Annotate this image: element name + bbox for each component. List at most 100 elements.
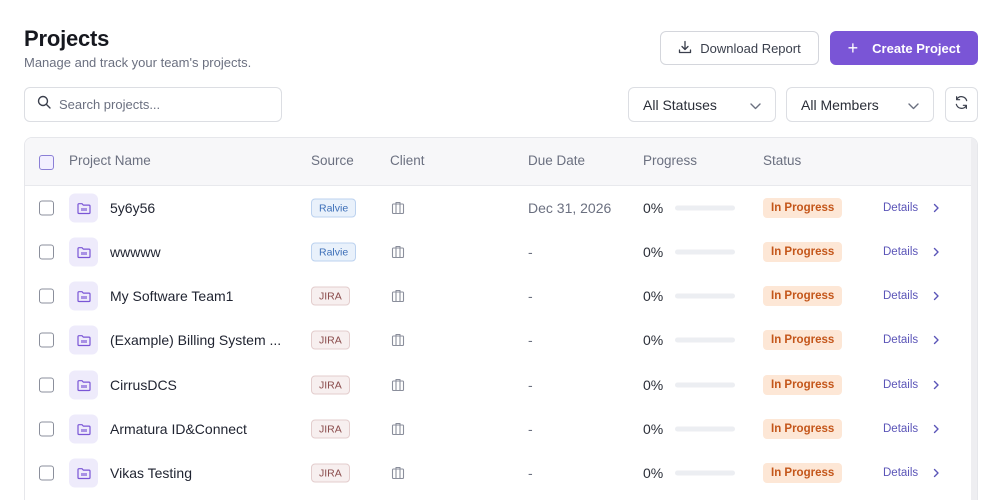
progress-bar: [675, 249, 735, 255]
page-title: Projects: [24, 26, 110, 51]
folder-icon: [69, 281, 98, 311]
source-badge: Ralvie: [311, 198, 357, 218]
table-row[interactable]: Armatura ID&Connect JIRA - 0% In Progres…: [25, 407, 977, 451]
project-name[interactable]: 5y6y56: [110, 200, 155, 216]
row-checkbox[interactable]: [39, 421, 54, 437]
chevron-right-icon[interactable]: [933, 332, 940, 348]
folder-icon: [69, 370, 98, 400]
details-link[interactable]: Details: [883, 290, 918, 302]
details-link[interactable]: Details: [883, 423, 918, 435]
download-report-label: Download Report: [700, 40, 801, 56]
details-link[interactable]: Details: [883, 467, 918, 479]
column-header-source: Source: [311, 153, 354, 168]
chevron-right-icon[interactable]: [933, 377, 940, 393]
progress-percent: 0%: [643, 200, 664, 216]
table-row[interactable]: 5y6y56 Ralvie Dec 31, 2026 0% In Progres…: [25, 186, 977, 230]
projects-table: Project Name Source Client Due Date Prog…: [24, 137, 978, 500]
due-date: -: [528, 244, 533, 260]
status-filter-value: All Statuses: [643, 96, 717, 113]
source-badge: JIRA: [311, 463, 350, 483]
details-link[interactable]: Details: [883, 202, 918, 214]
due-date: -: [528, 332, 533, 348]
due-date: Dec 31, 2026: [528, 200, 612, 216]
project-name[interactable]: Armatura ID&Connect: [110, 421, 247, 437]
status-filter-select[interactable]: All Statuses: [628, 87, 776, 122]
download-report-button[interactable]: Download Report: [660, 31, 819, 65]
download-icon: [678, 40, 692, 57]
chevron-down-icon: [750, 97, 761, 113]
project-name[interactable]: (Example) Billing System ...: [110, 332, 281, 348]
search-box[interactable]: [24, 87, 282, 122]
status-badge: In Progress: [763, 286, 843, 306]
progress-bar: [675, 337, 735, 343]
status-badge: In Progress: [763, 198, 843, 218]
create-project-button[interactable]: + Create Project: [830, 31, 978, 65]
table-row[interactable]: wwwww Ralvie - 0% In Progress Details: [25, 230, 977, 274]
projects-page: Projects Manage and track your team's pr…: [0, 0, 1000, 500]
members-filter-select[interactable]: All Members: [786, 87, 934, 122]
table-row[interactable]: (Example) Billing System ... JIRA - 0% I…: [25, 318, 977, 362]
building-icon: [391, 333, 405, 347]
refresh-button[interactable]: [945, 87, 978, 122]
building-icon: [391, 245, 405, 259]
status-badge: In Progress: [763, 463, 843, 483]
select-all-checkbox[interactable]: [39, 155, 54, 170]
status-badge: In Progress: [763, 330, 843, 350]
progress-bar: [675, 205, 735, 211]
chevron-right-icon[interactable]: [933, 288, 940, 304]
due-date: -: [528, 421, 533, 437]
progress-percent: 0%: [643, 377, 664, 393]
details-link[interactable]: Details: [883, 246, 918, 258]
row-checkbox[interactable]: [39, 332, 54, 348]
table-header: Project Name Source Client Due Date Prog…: [25, 138, 977, 186]
project-name[interactable]: CirrusDCS: [110, 377, 177, 393]
source-badge: JIRA: [311, 419, 350, 439]
progress-percent: 0%: [643, 465, 664, 481]
building-icon: [391, 378, 405, 392]
project-name[interactable]: wwwww: [110, 244, 161, 260]
refresh-icon: [954, 95, 969, 115]
row-checkbox[interactable]: [39, 288, 54, 304]
status-badge: In Progress: [763, 375, 843, 395]
chevron-right-icon[interactable]: [933, 244, 940, 260]
table-row[interactable]: My Software Team1 JIRA - 0% In Progress …: [25, 274, 977, 318]
details-link[interactable]: Details: [883, 334, 918, 346]
column-header-progress: Progress: [643, 153, 698, 168]
due-date: -: [528, 465, 533, 481]
page-subtitle: Manage and track your team's projects.: [24, 55, 252, 70]
chevron-right-icon[interactable]: [933, 421, 940, 437]
building-icon: [391, 422, 405, 436]
folder-icon: [69, 414, 98, 444]
building-icon: [391, 201, 405, 215]
progress-bar: [675, 426, 735, 432]
source-badge: JIRA: [311, 330, 350, 350]
source-badge: JIRA: [311, 286, 350, 306]
folder-icon: [69, 325, 98, 355]
folder-icon: [69, 237, 98, 267]
create-project-label: Create Project: [872, 40, 961, 56]
progress-percent: 0%: [643, 288, 664, 304]
table-row[interactable]: CirrusDCS JIRA - 0% In Progress Details: [25, 363, 977, 407]
column-header-status: Status: [763, 153, 802, 168]
members-filter-value: All Members: [801, 96, 879, 113]
chevron-right-icon[interactable]: [933, 465, 940, 481]
chevron-right-icon[interactable]: [933, 200, 940, 216]
status-badge: In Progress: [763, 242, 843, 262]
row-checkbox[interactable]: [39, 244, 54, 260]
plus-icon: +: [847, 38, 859, 58]
row-checkbox[interactable]: [39, 465, 54, 481]
progress-bar: [675, 382, 735, 388]
project-name[interactable]: My Software Team1: [110, 288, 233, 304]
table-row[interactable]: Vikas Testing JIRA - 0% In Progress Deta…: [25, 451, 977, 495]
search-icon: [37, 95, 51, 114]
details-link[interactable]: Details: [883, 379, 918, 391]
building-icon: [391, 289, 405, 303]
source-badge: Ralvie: [311, 242, 357, 262]
project-name[interactable]: Vikas Testing: [110, 465, 192, 481]
chevron-down-icon: [908, 97, 919, 113]
row-checkbox[interactable]: [39, 377, 54, 393]
progress-percent: 0%: [643, 421, 664, 437]
row-checkbox[interactable]: [39, 200, 54, 216]
column-header-due-date: Due Date: [528, 153, 586, 168]
search-input[interactable]: [59, 97, 259, 112]
